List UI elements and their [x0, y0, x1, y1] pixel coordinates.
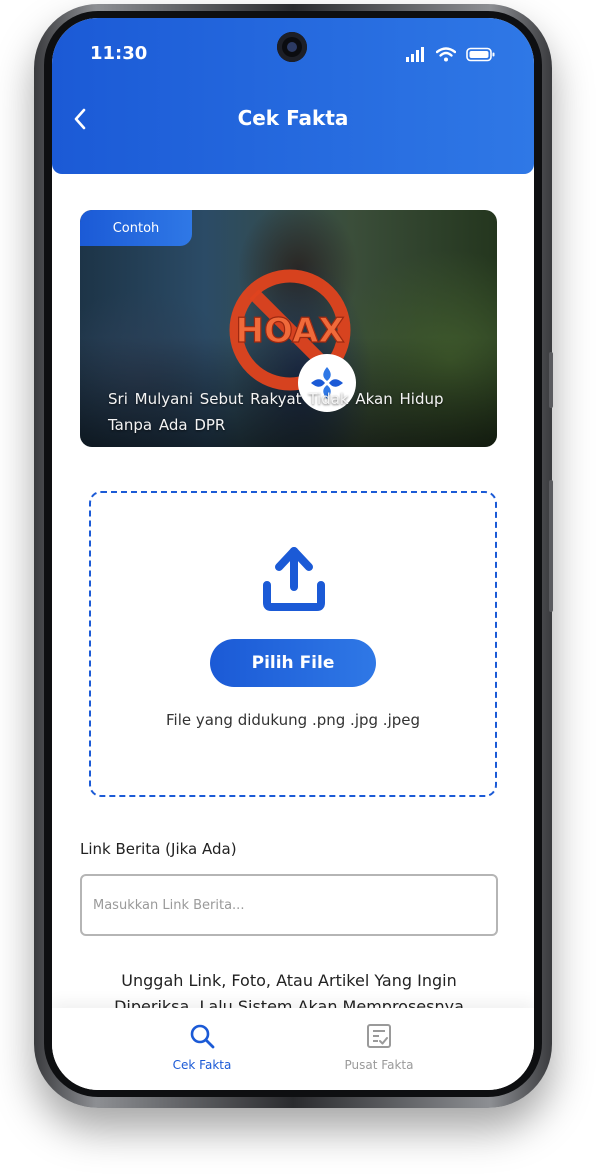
app-header: 11:30 Cek Fakta [52, 18, 534, 174]
app-screen: 11:30 Cek Fakta Contoh HOAX Sri Mulyani … [52, 18, 534, 1090]
signal-icon [406, 47, 424, 62]
link-field-label: Link Berita (Jika Ada) [80, 840, 237, 858]
nav-item-pusat-fakta[interactable]: Pusat Fakta [319, 1022, 439, 1072]
news-link-input[interactable] [80, 874, 498, 936]
camera-cutout [277, 32, 307, 62]
supported-file-types: File yang didukung .png .jpg .jpeg [165, 711, 421, 729]
nav-label-cek-fakta: Cek Fakta [172, 1058, 232, 1072]
nav-item-cek-fakta[interactable]: Cek Fakta [142, 1022, 262, 1072]
volume-button [549, 352, 553, 408]
example-tag: Contoh [80, 210, 192, 246]
search-icon [190, 1024, 215, 1049]
upload-dropzone[interactable]: Pilih File File yang didukung .png .jpg … [89, 491, 497, 797]
hoax-stamp-text: HOAX [236, 311, 345, 351]
status-time: 11:30 [90, 43, 148, 64]
bottom-nav: Cek Fakta Pusat Fakta [52, 1008, 534, 1090]
nav-label-pusat-fakta: Pusat Fakta [344, 1058, 414, 1072]
wifi-icon [436, 47, 456, 62]
instruction-text: Unggah Link, Foto, Atau Artikel Yang Ing… [114, 971, 464, 1008]
choose-file-button[interactable]: Pilih File [210, 639, 376, 687]
page-title: Cek Fakta [237, 106, 349, 130]
battery-icon [466, 47, 495, 62]
example-caption: Sri Mulyani Sebut Rakyat Tidak Akan Hidu… [108, 390, 444, 434]
example-card[interactable]: Contoh HOAX Sri Mulyani Sebut Rakyat Tid… [80, 210, 497, 447]
upload-icon [263, 547, 325, 611]
status-icons [406, 44, 496, 62]
checklist-icon [367, 1024, 391, 1048]
power-button [549, 480, 553, 612]
